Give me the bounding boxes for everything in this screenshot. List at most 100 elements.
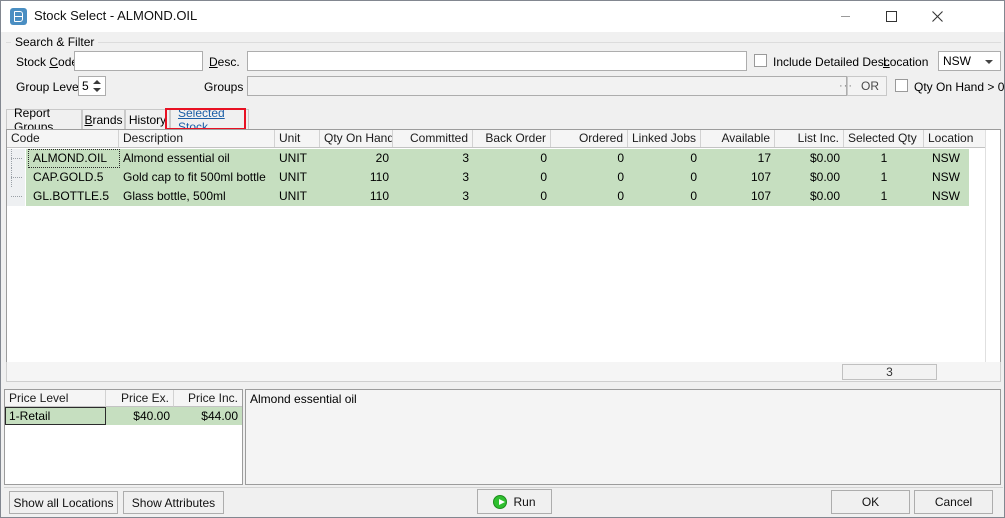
column-header-committed[interactable]: Committed xyxy=(393,130,473,147)
stepper-arrows-icon[interactable] xyxy=(93,79,102,93)
tab-report-groups[interactable]: Report Groups xyxy=(6,109,82,129)
groups-input[interactable] xyxy=(247,76,847,96)
tab-history[interactable]: History xyxy=(125,109,170,129)
cell-committed: 3 xyxy=(393,149,473,168)
column-header-code[interactable]: Code xyxy=(7,130,119,147)
column-header-qty-on-hand[interactable]: Qty On Hand xyxy=(320,130,393,147)
stock-select-window: Stock Select - ALMOND.OIL Search & Filte… xyxy=(0,0,1005,518)
run-button[interactable]: Run xyxy=(477,489,552,514)
location-select[interactable]: NSW xyxy=(938,51,1001,71)
row-indicator xyxy=(7,187,26,206)
cell-qty-on-hand: 20 xyxy=(320,149,393,168)
cancel-button[interactable]: Cancel xyxy=(914,490,993,514)
cell-linked-jobs: 0 xyxy=(628,149,701,168)
grid-vertical-scrollbar[interactable] xyxy=(985,130,1000,376)
price-row[interactable]: 1-Retail $40.00 $44.00 xyxy=(5,407,242,425)
show-all-locations-button[interactable]: Show all Locations xyxy=(9,491,118,514)
cell-available: 107 xyxy=(701,168,775,187)
tab-brands[interactable]: Brands xyxy=(82,109,125,129)
group-legend: Search & Filter xyxy=(11,35,98,49)
group-level-label: Group Level xyxy=(16,80,81,94)
group-level-stepper[interactable]: 5 xyxy=(78,76,106,96)
groups-label: Groups xyxy=(204,80,243,94)
price-column-header-level[interactable]: Price Level xyxy=(5,390,106,407)
table-row[interactable]: GL.BOTTLE.5 Glass bottle, 500ml UNIT 110… xyxy=(7,187,969,206)
price-cell-ex: $40.00 xyxy=(106,407,174,425)
cell-list-inc: $0.00 xyxy=(775,187,844,206)
qty-on-hand-checkbox[interactable] xyxy=(895,79,908,92)
cell-available: 107 xyxy=(701,187,775,206)
stock-description-panel[interactable]: Almond essential oil xyxy=(245,389,1001,485)
column-header-selected-qty[interactable]: Selected Qty xyxy=(844,130,924,147)
cell-back-order: 0 xyxy=(473,168,551,187)
price-column-header-price-inc[interactable]: Price Inc. xyxy=(174,390,242,407)
cell-back-order: 0 xyxy=(473,187,551,206)
desc-label: Desc. xyxy=(209,55,240,69)
column-header-unit[interactable]: Unit xyxy=(275,130,320,147)
cell-committed: 3 xyxy=(393,187,473,206)
title-bar: Stock Select - ALMOND.OIL xyxy=(1,1,1005,32)
cell-code: CAP.GOLD.5 xyxy=(29,168,119,187)
cell-list-inc: $0.00 xyxy=(775,149,844,168)
cell-description: Glass bottle, 500ml xyxy=(119,187,275,206)
play-icon xyxy=(493,495,507,509)
column-header-linked-jobs[interactable]: Linked Jobs xyxy=(628,130,701,147)
or-label: OR xyxy=(861,79,879,93)
location-value: NSW xyxy=(943,54,971,68)
cell-back-order: 0 xyxy=(473,149,551,168)
stock-code-input[interactable] xyxy=(74,51,203,71)
cell-unit: UNIT xyxy=(275,187,320,206)
stock-code-label: Stock Code xyxy=(16,55,78,69)
cell-qty-on-hand: 110 xyxy=(320,187,393,206)
price-cell-inc: $44.00 xyxy=(174,407,242,425)
cell-code: GL.BOTTLE.5 xyxy=(29,187,119,206)
search-and-filter-group: Search & Filter Stock Code Desc. Include… xyxy=(6,32,1001,106)
location-label: Location xyxy=(883,55,928,69)
stock-grid: Code Description Unit Qty On Hand Commit… xyxy=(6,129,1001,377)
cell-description: Almond essential oil xyxy=(119,149,275,168)
cell-unit: UNIT xyxy=(275,168,320,187)
tab-selected-stock[interactable]: Selected Stock xyxy=(170,109,249,129)
stock-app-icon xyxy=(10,8,27,25)
cell-selected-qty: 1 xyxy=(844,168,924,187)
run-button-label: Run xyxy=(513,495,535,509)
include-detailed-desc-label: Include Detailed Desc xyxy=(773,55,890,69)
tab-history-label: History xyxy=(129,113,166,127)
selected-count-box: 3 xyxy=(842,364,937,380)
stock-grid-header: Code Description Unit Qty On Hand Commit… xyxy=(7,130,1000,148)
group-level-value: 5 xyxy=(82,79,89,93)
cell-unit: UNIT xyxy=(275,149,320,168)
close-button[interactable] xyxy=(914,1,960,31)
cell-ordered: 0 xyxy=(551,149,628,168)
cell-code: ALMOND.OIL xyxy=(29,149,119,168)
qty-on-hand-label: Qty On Hand > 0 xyxy=(914,80,1004,94)
row-indicator xyxy=(7,149,26,168)
row-indicator xyxy=(7,168,26,187)
column-header-list-inc[interactable]: List Inc. xyxy=(775,130,844,147)
price-column-header-price-ex[interactable]: Price Ex. xyxy=(106,390,174,407)
cell-linked-jobs: 0 xyxy=(628,187,701,206)
minimize-button[interactable] xyxy=(822,1,868,31)
cell-committed: 3 xyxy=(393,168,473,187)
cell-description: Gold cap to fit 500ml bottle xyxy=(119,168,275,187)
group-divider xyxy=(6,42,1001,43)
include-detailed-desc-checkbox[interactable] xyxy=(754,54,767,67)
column-header-ordered[interactable]: Ordered xyxy=(551,130,628,147)
show-attributes-button[interactable]: Show Attributes xyxy=(123,491,224,514)
column-header-available[interactable]: Available xyxy=(701,130,775,147)
price-level-grid: Price Level Price Ex. Price Inc. 1-Retai… xyxy=(4,389,243,485)
grid-footer-bar: 3 xyxy=(6,362,1001,382)
table-row[interactable]: ALMOND.OIL Almond essential oil UNIT 20 … xyxy=(7,149,969,168)
cell-selected-qty: 1 xyxy=(844,149,924,168)
table-row[interactable]: CAP.GOLD.5 Gold cap to fit 500ml bottle … xyxy=(7,168,969,187)
column-header-description[interactable]: Description xyxy=(119,130,275,147)
groups-or-button[interactable]: ··· OR xyxy=(847,76,887,96)
desc-input[interactable] xyxy=(247,51,747,71)
cell-selected-qty: 1 xyxy=(844,187,924,206)
column-header-back-order[interactable]: Back Order xyxy=(473,130,551,147)
maximize-button[interactable] xyxy=(868,1,914,31)
window-title: Stock Select - ALMOND.OIL xyxy=(34,8,197,23)
cell-qty-on-hand: 110 xyxy=(320,168,393,187)
ellipsis-icon: ··· xyxy=(839,80,853,92)
ok-button[interactable]: OK xyxy=(831,490,910,514)
